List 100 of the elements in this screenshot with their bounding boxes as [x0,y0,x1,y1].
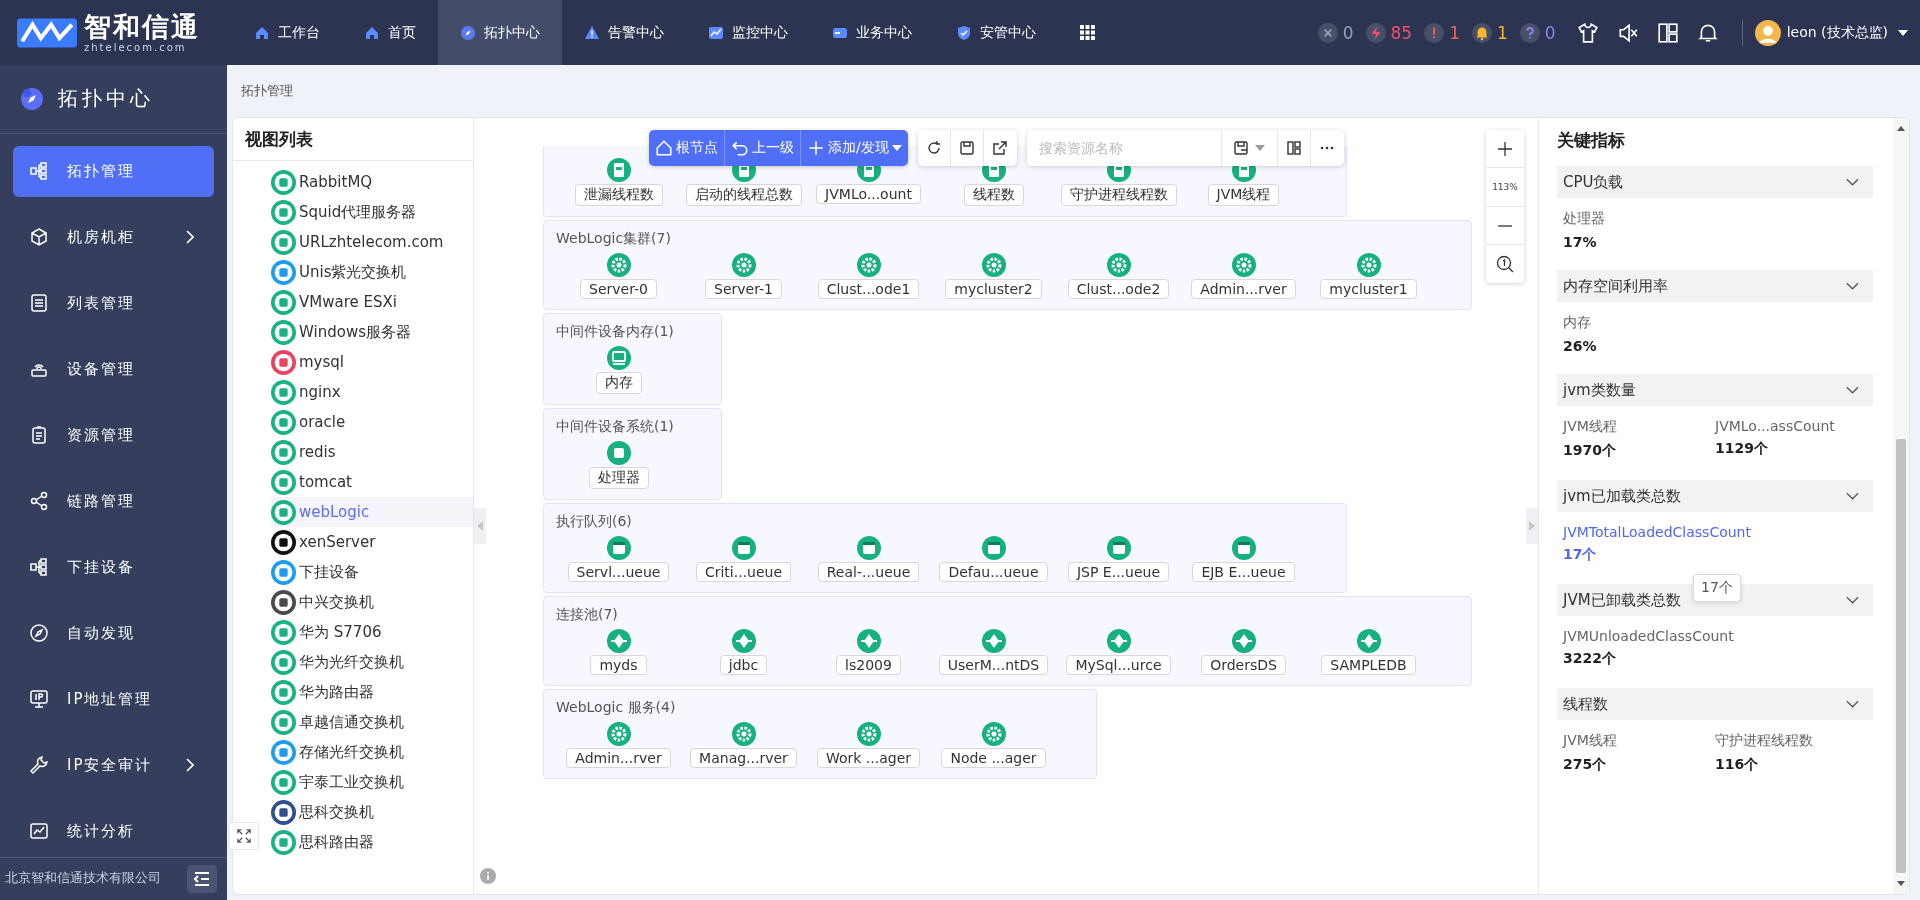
alarm-counter[interactable]: 1 [1424,22,1460,43]
tree-item[interactable]: mysql [271,347,352,377]
node-label[interactable]: JVMLo...ount [816,184,921,204]
node-label[interactable]: jdbc [719,655,768,675]
tree-item[interactable]: xenServer [271,527,384,557]
node-label[interactable]: mycluster2 [945,279,1042,299]
tree-item[interactable]: redis [271,437,344,467]
tree-item[interactable]: 下挂设备 [271,557,367,587]
node-label[interactable]: ls2009 [836,655,901,675]
sidebar-item[interactable]: 统计分析 [13,805,214,857]
user-menu[interactable]: leon (技术总监) [1754,19,1908,46]
section-header[interactable]: CPU负载 [1557,166,1873,198]
mute-icon[interactable] [1616,21,1639,44]
alarm-counter[interactable]: 0 [1519,22,1556,43]
sidebar-item[interactable]: 自动发现 [13,607,214,659]
node-label[interactable]: Server-0 [580,279,657,299]
connector-icon [1231,629,1256,653]
tree-item[interactable]: 存储光纤交换机 [271,737,412,767]
section-header[interactable]: jvm已加载类总数 [1557,480,1873,512]
node-label[interactable]: 处理器 [588,467,649,489]
tree-item[interactable]: 卓越信通交换机 [271,707,412,737]
node-label[interactable]: 线程数 [963,184,1024,206]
tree-item[interactable]: 华为路由器 [271,677,382,707]
alarm-counter[interactable]: 0 [1317,22,1354,43]
section-header[interactable]: jvm类数量 [1557,374,1873,406]
tree-item[interactable]: Unis紫光交换机 [271,257,415,287]
shirt-icon[interactable] [1576,21,1599,44]
tree-item[interactable]: Windows服务器 [271,317,419,347]
node-label[interactable]: 守护进程线程数 [1060,184,1177,206]
sidebar-item[interactable]: 下挂设备 [13,541,214,593]
node-label[interactable]: JVM线程 [1207,184,1280,206]
sidebar-item[interactable]: IP安全审计 [13,739,214,791]
tree-item[interactable]: 思科交换机 [271,797,382,827]
scroll-down-icon[interactable] [1897,881,1905,886]
tree-item[interactable]: Squid代理服务器 [271,197,425,227]
alarm-counter[interactable]: 85 [1365,22,1413,43]
connector-icon [731,629,756,653]
node-label[interactable]: mycluster1 [1320,279,1417,299]
layout-icon[interactable] [1656,21,1679,44]
node-label[interactable]: SAMPLEDB [1321,655,1416,675]
section-header[interactable]: 内存空间利用率 [1557,270,1873,302]
tree-item[interactable]: 华为 S7706 [271,617,390,647]
node-label[interactable]: Criti...ueue [695,562,792,582]
nav-tab[interactable]: 监控中心 [686,0,810,65]
node-label[interactable]: Admin...rver [1191,279,1296,299]
collapse-handle[interactable] [474,508,486,544]
tree-item[interactable]: 思科路由器 [271,827,382,857]
tree-item[interactable]: 华为光纤交换机 [271,647,412,677]
alarm-counter[interactable]: 1 [1472,22,1508,43]
node-label[interactable]: Admin...rver [566,748,671,768]
search-bar[interactable]: 搜索资源名称 [1026,130,1344,166]
tree-item[interactable]: 宇泰工业交换机 [271,767,412,797]
node-label[interactable]: 内存 [595,372,642,394]
node-label[interactable]: myds [590,655,647,675]
node-label[interactable]: Clust...ode1 [817,279,920,299]
sidebar-item[interactable]: 链路管理 [13,475,214,527]
tree-item[interactable]: oracle [271,407,354,437]
node-label[interactable]: Servl...ueue [567,562,670,582]
scrollbar[interactable] [1893,118,1909,894]
sidebar-item[interactable]: 拓扑管理 [13,145,214,197]
sidebar-item[interactable]: 机房机柜 [13,211,214,263]
node-label[interactable]: JSP E...ueue [1067,562,1170,582]
nav-tab[interactable]: 业务中心 [810,0,934,65]
node-label[interactable]: Clust...ode2 [1067,279,1170,299]
search-field[interactable]: 搜索资源名称 [1026,130,1222,166]
nav-tab[interactable]: 工作台 [232,0,342,65]
toolbar-button[interactable]: 添加/发现 [801,130,908,166]
nav-tab[interactable]: 告警中心 [562,0,686,65]
nav-tab[interactable]: 首页 [342,0,438,65]
sidebar-item[interactable]: 资源管理 [13,409,214,461]
sidebar-item[interactable]: 列表管理 [13,277,214,329]
node-label[interactable]: MySql...urce [1066,655,1171,675]
collapse-menu-button[interactable] [187,864,217,893]
node-label[interactable]: Work ...ager [816,748,921,768]
node-label[interactable]: Defau...ueue [939,562,1048,582]
tree-item[interactable]: URLzhtelecom.com [271,227,452,257]
tree-item[interactable]: tomcat [271,467,360,497]
tree-item[interactable]: nginx [271,377,349,407]
node-label[interactable]: Manag...rver [690,748,797,768]
node-label[interactable]: Server-1 [705,279,782,299]
tree-item[interactable]: webLogic [271,497,473,527]
node-label[interactable]: OrdersDS [1201,655,1286,675]
fullscreen-button[interactable] [229,822,259,850]
node-label[interactable]: 启动的线程总数 [685,184,802,206]
node-label[interactable]: Real-...ueue [817,562,920,582]
tree-item[interactable]: RabbitMQ [271,167,381,197]
sidebar-item[interactable]: 设备管理 [13,343,214,395]
section-header[interactable]: 线程数 [1557,688,1873,720]
scroll-up-icon[interactable] [1897,126,1905,131]
nav-tab[interactable]: 拓扑中心 [438,0,562,65]
nav-tab[interactable]: 安管中心 [934,0,1058,65]
tree-item[interactable]: 中兴交换机 [271,587,382,617]
node-label[interactable]: Node ...ager [941,748,1046,768]
node-label[interactable]: EJB E...ueue [1192,562,1295,582]
chart-icon [708,24,724,41]
sidebar-item[interactable]: IP地址管理 [13,673,214,725]
collapse-handle[interactable] [1526,508,1538,544]
tree-item[interactable]: VMware ESXi [271,287,405,317]
node-label[interactable]: 泄漏线程数 [574,184,663,206]
node-label[interactable]: UserM...ntDS [938,655,1049,675]
